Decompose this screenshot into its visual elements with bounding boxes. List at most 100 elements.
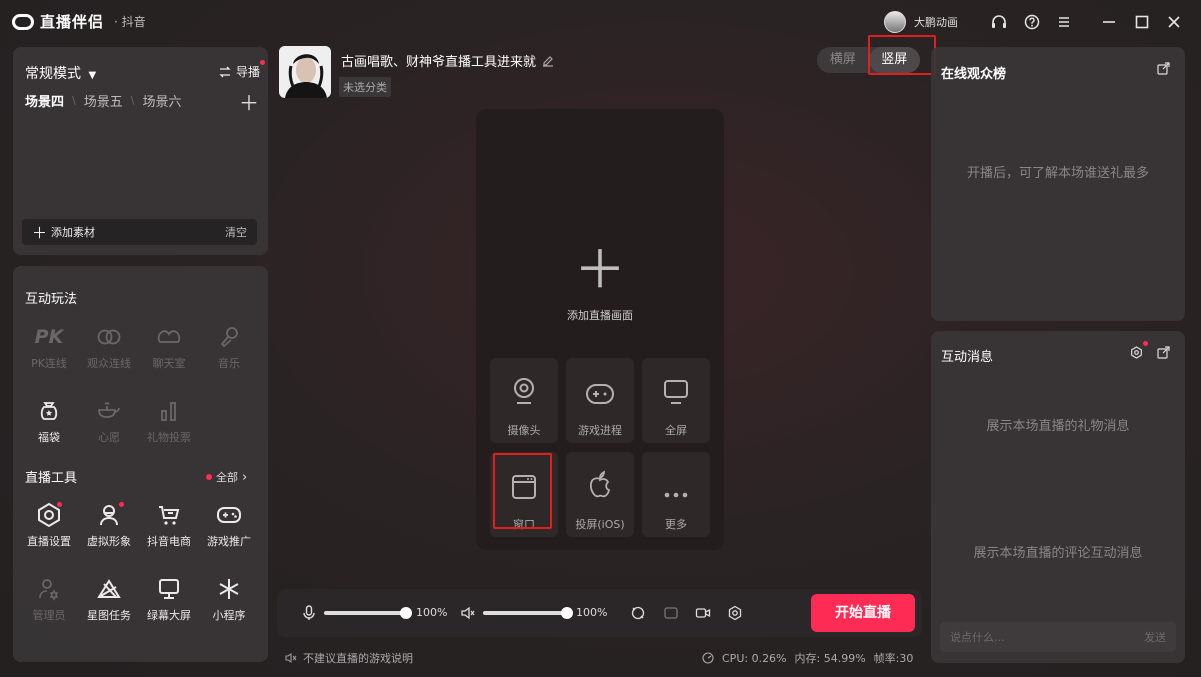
green-screen-label: 绿幕大屏 bbox=[147, 609, 191, 622]
landscape-option[interactable]: 横屏 bbox=[817, 47, 869, 73]
camera-icon bbox=[514, 378, 534, 404]
highlight-box bbox=[868, 35, 936, 75]
stream-cover-image[interactable] bbox=[279, 46, 331, 98]
game-tip-link[interactable]: 不建议直播的游戏说明 bbox=[285, 650, 413, 666]
popout-icon[interactable] bbox=[1157, 62, 1170, 75]
source-label: 游戏进程 bbox=[578, 424, 622, 437]
source-fullscreen[interactable]: 全屏 bbox=[642, 358, 710, 443]
control-bar: 100% 100% 开始直播 bbox=[277, 589, 922, 637]
minimize-icon[interactable] bbox=[1100, 13, 1118, 31]
send-button[interactable]: 发送 bbox=[1144, 629, 1166, 645]
screen-record-icon[interactable] bbox=[663, 605, 679, 621]
framerate: 帧率:30 bbox=[873, 652, 914, 665]
audience-link-button[interactable]: 观众连线 bbox=[77, 322, 141, 371]
admin-button[interactable]: 管理员 bbox=[17, 574, 81, 623]
add-scene-button[interactable]: ＋ bbox=[239, 87, 259, 116]
settings-icon[interactable] bbox=[727, 605, 743, 621]
pk-link-button[interactable]: PK PK连线 bbox=[17, 322, 81, 371]
platform-label: · 抖音 bbox=[114, 15, 146, 29]
source-camera[interactable]: 摄像头 bbox=[490, 358, 558, 443]
gift-vote-button[interactable]: 礼物投票 bbox=[137, 396, 201, 445]
speaker-muted-icon bbox=[285, 652, 297, 664]
tab-scene-6[interactable]: 场景六 bbox=[142, 91, 181, 110]
cover-portrait bbox=[279, 46, 331, 98]
help-icon[interactable] bbox=[1023, 13, 1041, 31]
tab-scene-4[interactable]: 场景四 bbox=[25, 91, 64, 110]
pk-icon: PK bbox=[34, 326, 64, 348]
headset-icon[interactable] bbox=[990, 13, 1008, 31]
interactive-messages-panel: 互动消息 展示本场直播的礼物消息 展示本场直播的评论互动消息 说点什么... 发… bbox=[931, 331, 1185, 663]
mic-volume-slider[interactable] bbox=[324, 611, 406, 615]
source-label: 摄像头 bbox=[507, 424, 541, 437]
camera-flip-icon[interactable] bbox=[630, 605, 646, 621]
title-bar: 直播伴侣 · 抖音 大鹏动画 bbox=[0, 0, 1201, 44]
add-material-button[interactable]: ＋ 添加素材 bbox=[32, 222, 95, 243]
green-screen-button[interactable]: 绿幕大屏 bbox=[137, 574, 201, 623]
maximize-icon[interactable] bbox=[1133, 13, 1151, 31]
highlight-box bbox=[493, 453, 552, 529]
mini-program-label: 小程序 bbox=[212, 609, 246, 622]
tools-panel: 互动玩法 PK PK连线 观众连线 聊天室 音乐 福袋 心愿 礼物投票 直播工具… bbox=[13, 266, 268, 662]
live-settings-label: 直播设置 bbox=[27, 535, 71, 548]
clear-button[interactable]: 清空 bbox=[225, 224, 247, 240]
close-icon[interactable] bbox=[1165, 13, 1183, 31]
chatroom-button[interactable]: 聊天室 bbox=[137, 322, 201, 371]
audience-link-label: 观众连线 bbox=[87, 357, 131, 370]
speaker-volume-knob[interactable] bbox=[561, 607, 573, 619]
source-ios-cast[interactable]: 投屏(iOS) bbox=[566, 452, 634, 537]
mic-volume-knob[interactable] bbox=[400, 607, 412, 619]
scene-panel: 常规模式 ▼ 导播 场景四 \ 场景五 \ 场景六 ＋ ＋ 添加素材 清空 bbox=[13, 47, 268, 255]
video-icon[interactable] bbox=[695, 605, 711, 621]
star-task-icon bbox=[97, 579, 121, 598]
source-game-process[interactable]: 游戏进程 bbox=[566, 358, 634, 443]
microphone-icon[interactable] bbox=[303, 605, 315, 621]
mode-selector[interactable]: 常规模式 ▼ bbox=[25, 63, 96, 83]
category-tag[interactable]: 未选分类 bbox=[339, 77, 391, 97]
gift-empty-text: 展示本场直播的礼物消息 bbox=[986, 419, 1130, 434]
virtual-avatar-button[interactable]: 虚拟形象 bbox=[77, 500, 141, 549]
music-button[interactable]: 音乐 bbox=[197, 322, 261, 371]
avatar[interactable] bbox=[884, 11, 906, 33]
user-profile[interactable]: 大鹏动画 bbox=[884, 11, 958, 33]
add-scene-area[interactable]: ＋ 添加直播画面 bbox=[476, 245, 724, 323]
popout-icon[interactable] bbox=[1157, 346, 1170, 359]
chatroom-icon bbox=[157, 330, 181, 343]
gamepad-icon bbox=[217, 507, 241, 523]
notification-dot bbox=[260, 60, 266, 65]
tab-separator: \ bbox=[130, 94, 135, 107]
comment-input[interactable]: 说点什么... 发送 bbox=[940, 622, 1176, 652]
user-name: 大鹏动画 bbox=[914, 16, 958, 29]
notification-dot bbox=[57, 502, 62, 507]
link-icon bbox=[97, 329, 121, 345]
audience-rank-panel: 在线观众榜 开播后，可了解本场谁送礼最多 bbox=[931, 47, 1185, 321]
live-settings-button[interactable]: 直播设置 bbox=[17, 500, 81, 549]
edit-icon[interactable] bbox=[542, 55, 554, 67]
source-label: 更多 bbox=[665, 518, 687, 531]
stream-title-wrap: 古画唱歌、财神爷直播工具进来就 bbox=[341, 51, 554, 70]
guide-button[interactable]: 导播 bbox=[218, 60, 266, 80]
lucky-bag-button[interactable]: 福袋 bbox=[17, 396, 81, 445]
speaker-volume-slider[interactable] bbox=[483, 611, 567, 615]
game-promo-button[interactable]: 游戏推广 bbox=[197, 500, 261, 549]
source-label: 全屏 bbox=[665, 424, 687, 437]
mini-program-button[interactable]: 小程序 bbox=[197, 574, 261, 623]
tab-scene-5[interactable]: 场景五 bbox=[84, 91, 123, 110]
start-live-button[interactable]: 开始直播 bbox=[811, 594, 915, 632]
game-promo-label: 游戏推广 bbox=[207, 535, 251, 548]
wish-button[interactable]: 心愿 bbox=[77, 396, 141, 445]
guide-label: 导播 bbox=[236, 65, 261, 79]
star-task-button[interactable]: 星图任务 bbox=[77, 574, 141, 623]
virtual-avatar-label: 虚拟形象 bbox=[87, 535, 131, 548]
stream-title[interactable]: 古画唱歌、财神爷直播工具进来就 bbox=[341, 51, 536, 70]
all-tools-link[interactable]: 全部 › bbox=[206, 469, 247, 485]
game-tip-label: 不建议直播的游戏说明 bbox=[303, 652, 413, 665]
apple-icon bbox=[589, 470, 610, 498]
source-more[interactable]: 更多 bbox=[642, 452, 710, 537]
speaker-icon[interactable] bbox=[460, 605, 476, 621]
menu-icon[interactable] bbox=[1055, 13, 1073, 31]
material-bar: ＋ 添加素材 清空 bbox=[22, 219, 257, 245]
settings-icon[interactable] bbox=[1130, 346, 1143, 359]
rank-empty-text: 开播后，可了解本场谁送礼最多 bbox=[966, 166, 1149, 181]
ecommerce-button[interactable]: 抖音电商 bbox=[137, 500, 201, 549]
admin-label: 管理员 bbox=[32, 609, 66, 622]
